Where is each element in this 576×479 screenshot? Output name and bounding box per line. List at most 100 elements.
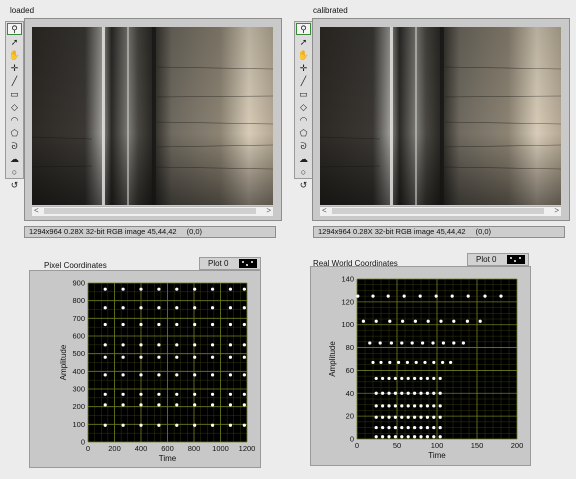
data-point: [210, 322, 215, 327]
polygon-tool-icon[interactable]: ⬠: [296, 127, 311, 139]
broken-line-tool-icon[interactable]: ↺: [7, 179, 22, 191]
zoom-tool-icon[interactable]: ⚲: [7, 23, 22, 35]
data-point: [483, 294, 487, 298]
scroll-thumb[interactable]: [44, 208, 256, 214]
line-tool-icon[interactable]: ╱: [7, 75, 22, 87]
broken-line-tool-icon[interactable]: ↺: [296, 179, 311, 191]
data-point: [423, 360, 427, 365]
pointer-tool-icon[interactable]: ➚: [7, 36, 22, 48]
y-tick-label: 600: [72, 332, 85, 341]
data-point: [386, 294, 390, 298]
data-point: [242, 423, 246, 427]
scroll-right-arrow-icon[interactable]: >: [266, 206, 271, 215]
data-point: [432, 404, 436, 408]
scroll-right-arrow-icon[interactable]: >: [554, 206, 559, 215]
data-point: [210, 373, 215, 377]
left-horizontal-scrollbar[interactable]: < >: [32, 206, 273, 216]
rectangle-tool-icon[interactable]: ▭: [7, 88, 22, 100]
data-point: [228, 392, 233, 396]
pixel-graph-panel: 0 200 400 600 800 1000 1200 0 100 200 300 400 500 600…: [29, 270, 261, 468]
world-plot-legend[interactable]: Plot 0: [467, 253, 529, 266]
pan-tool-icon[interactable]: ✋: [7, 49, 22, 61]
rotated-rectangle-tool-icon[interactable]: ◇: [7, 101, 22, 113]
polygon-tool-icon[interactable]: ⬠: [7, 127, 22, 139]
scroll-left-arrow-icon[interactable]: <: [34, 206, 39, 215]
rotated-rectangle-tool-icon[interactable]: ◇: [296, 101, 311, 113]
data-point: [157, 403, 161, 407]
x-tick-label: 0: [86, 444, 90, 453]
data-point: [438, 404, 442, 408]
data-point: [175, 403, 179, 407]
scroll-left-arrow-icon[interactable]: <: [322, 206, 327, 215]
data-point: [121, 343, 125, 347]
data-point: [414, 360, 418, 365]
point-tool-icon[interactable]: ✛: [296, 62, 311, 74]
left-image-display[interactable]: < >: [24, 18, 282, 221]
data-point: [406, 415, 410, 419]
data-point: [175, 392, 179, 396]
freehand-region-tool-icon[interactable]: ☁: [7, 153, 22, 165]
data-point: [242, 322, 246, 327]
pixel-coordinates-chart[interactable]: 0 200 400 600 800 1000 1200 0 100 200 300 400 500 600…: [30, 271, 260, 467]
data-point: [413, 404, 417, 408]
data-point: [193, 322, 197, 327]
data-point: [425, 425, 429, 430]
freehand-region-tool-icon[interactable]: ☁: [296, 153, 311, 165]
data-point: [393, 415, 397, 419]
real-world-coordinates-chart[interactable]: 0 50 100 150 200 0 20 40 60 80 100 120 140 Time Amplit…: [311, 267, 530, 465]
x-tick-label: 200: [108, 444, 121, 453]
scroll-thumb[interactable]: [332, 208, 544, 214]
zoom-tool-icon[interactable]: ⚲: [296, 23, 311, 35]
freehand-tool-icon[interactable]: ᘐ: [7, 140, 22, 152]
data-point: [242, 355, 246, 359]
data-point: [381, 404, 385, 408]
data-point: [228, 306, 233, 310]
data-point: [139, 287, 143, 291]
y-tick-label: 400: [72, 367, 85, 376]
annulus-tool-icon[interactable]: ◠: [296, 114, 311, 126]
x-tick-label: 400: [135, 444, 148, 453]
data-point: [400, 415, 404, 419]
pan-tool-icon[interactable]: ✋: [296, 49, 311, 61]
x-tick-label: 1200: [239, 444, 256, 453]
data-point: [139, 373, 143, 377]
data-point: [389, 341, 393, 345]
data-point: [374, 391, 378, 395]
data-point: [425, 376, 429, 381]
data-point: [449, 360, 453, 365]
data-point: [228, 403, 233, 407]
data-point: [381, 435, 385, 439]
y-tick-label: 900: [72, 279, 85, 288]
data-point: [387, 404, 391, 408]
data-point: [157, 423, 161, 427]
data-point: [410, 341, 414, 345]
oval-tool-icon[interactable]: ○: [296, 166, 311, 178]
data-point: [157, 355, 161, 359]
data-point: [419, 425, 423, 430]
data-point: [421, 341, 425, 345]
pixel-plot-legend[interactable]: Plot 0: [199, 257, 261, 270]
data-point: [402, 294, 406, 298]
data-point: [193, 373, 197, 377]
data-point: [139, 322, 143, 327]
data-point: [103, 322, 107, 327]
right-horizontal-scrollbar[interactable]: < >: [320, 206, 561, 216]
data-point: [438, 376, 442, 381]
y-tick-label: 200: [72, 402, 85, 411]
annulus-tool-icon[interactable]: ◠: [7, 114, 22, 126]
data-point: [419, 435, 423, 439]
oval-tool-icon[interactable]: ○: [7, 166, 22, 178]
right-image-display[interactable]: < >: [312, 18, 570, 221]
data-point: [157, 392, 161, 396]
data-point: [175, 322, 179, 327]
data-point: [242, 373, 246, 377]
data-point: [157, 287, 161, 291]
data-point: [438, 415, 442, 419]
freehand-tool-icon[interactable]: ᘐ: [296, 140, 311, 152]
line-tool-icon[interactable]: ╱: [296, 75, 311, 87]
data-point: [103, 343, 107, 347]
rectangle-tool-icon[interactable]: ▭: [296, 88, 311, 100]
point-tool-icon[interactable]: ✛: [7, 62, 22, 74]
data-point: [374, 415, 378, 419]
pointer-tool-icon[interactable]: ➚: [296, 36, 311, 48]
